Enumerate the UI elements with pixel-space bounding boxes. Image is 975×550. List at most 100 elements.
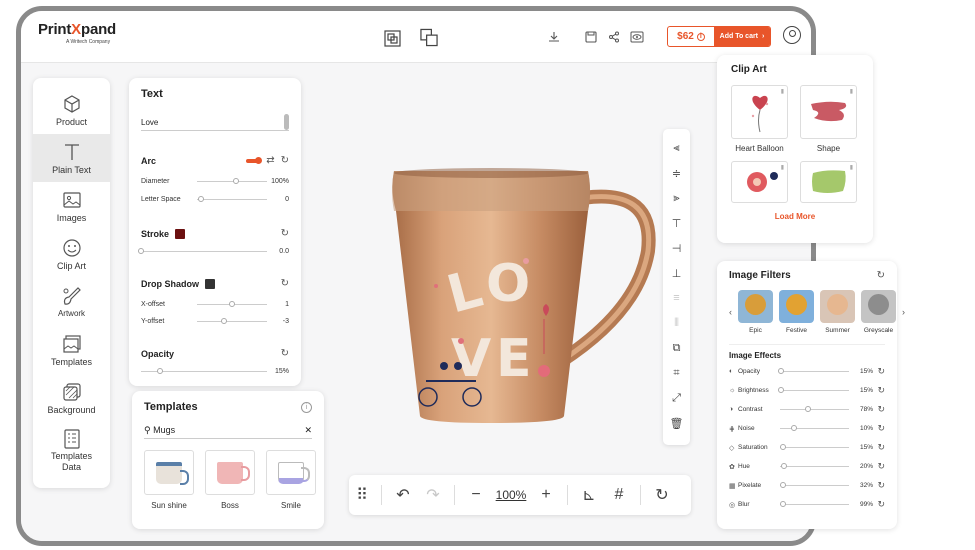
sidebar-item-images[interactable]: Images	[33, 182, 110, 230]
close-icon[interactable]: ✕	[304, 425, 312, 436]
reset-icon[interactable]: ↻	[873, 461, 885, 472]
slider-knob[interactable]	[778, 387, 785, 393]
clip-art-item[interactable]: ▮	[800, 161, 857, 208]
chevron-left-icon[interactable]: ‹	[729, 307, 732, 317]
user-avatar-icon[interactable]	[783, 26, 801, 44]
stroke-slider[interactable]	[138, 248, 267, 254]
reset-icon[interactable]: ↻	[873, 404, 885, 415]
mug-product-preview[interactable]: L O V E	[366, 161, 656, 441]
effect-slider[interactable]	[780, 501, 849, 507]
reset-icon[interactable]: ↻	[873, 385, 885, 396]
arc-toggle[interactable]	[246, 156, 263, 164]
slider-knob[interactable]	[232, 178, 239, 184]
save-icon[interactable]	[582, 28, 600, 46]
stroke-color-swatch[interactable]	[175, 228, 186, 239]
reset-icon[interactable]: ↻	[873, 423, 885, 434]
redo-icon[interactable]: ↷	[418, 485, 448, 505]
slider-knob[interactable]	[780, 444, 787, 450]
effect-slider[interactable]	[778, 387, 849, 393]
reset-icon[interactable]: ↻	[877, 270, 885, 281]
effect-slider[interactable]	[780, 425, 849, 431]
filter-greyscale[interactable]: Greyscale	[861, 290, 896, 334]
slider-knob[interactable]	[780, 501, 787, 507]
reset-icon[interactable]: ↻	[281, 278, 289, 289]
preview-eye-icon[interactable]	[628, 28, 646, 46]
pin-icon[interactable]: ▮	[850, 164, 853, 171]
sidebar-item-templates[interactable]: Templates	[33, 326, 110, 374]
sidebar-item-templates-data[interactable]: Templates Data	[33, 422, 110, 478]
effect-slider[interactable]	[780, 406, 849, 412]
info-icon[interactable]: i	[301, 401, 312, 413]
distribute-vertical-icon[interactable]: ⦀	[674, 314, 679, 332]
slider-knob[interactable]	[156, 368, 163, 374]
load-more-button[interactable]: Load More	[731, 212, 859, 221]
pin-icon[interactable]: ▮	[781, 164, 784, 171]
arc-flip-icon[interactable]: ⇄	[266, 155, 274, 166]
letter-space-slider[interactable]	[197, 196, 267, 202]
reset-icon[interactable]: ↻	[873, 366, 885, 377]
reset-icon[interactable]: ↻	[873, 442, 885, 453]
effect-slider[interactable]	[780, 482, 849, 488]
sidebar-item-background[interactable]: Background	[33, 374, 110, 422]
scroll-handle[interactable]	[284, 114, 289, 130]
text-input[interactable]: Love	[141, 114, 289, 131]
template-item[interactable]: Smile	[266, 450, 316, 510]
reset-icon[interactable]: ↻	[873, 480, 885, 491]
diameter-slider[interactable]	[197, 178, 267, 184]
reset-view-icon[interactable]: ↻	[647, 485, 677, 505]
slider-knob[interactable]	[197, 196, 204, 202]
resize-icon[interactable]: ⤢	[672, 389, 681, 407]
align-top-icon[interactable]: ⊤	[672, 214, 682, 232]
duplicate-icon[interactable]: ⧉	[673, 339, 681, 357]
align-right-icon[interactable]: ⫸	[673, 189, 679, 207]
align-middle-icon[interactable]: ⊣	[672, 239, 682, 257]
filter-festive[interactable]: Festive	[779, 290, 814, 334]
clip-art-item[interactable]: ▮ Shape	[800, 85, 857, 153]
undo-icon[interactable]: ↶	[388, 485, 418, 505]
ruler-icon[interactable]: ⊾	[574, 485, 604, 505]
info-icon[interactable]: i	[696, 32, 705, 41]
reset-icon[interactable]: ↻	[281, 155, 289, 166]
zoom-out-icon[interactable]: −	[461, 486, 491, 504]
slider-knob[interactable]	[790, 425, 797, 431]
clip-art-item[interactable]: ▮ Heart Balloon	[731, 85, 788, 153]
x-offset-slider[interactable]	[197, 301, 267, 307]
delete-icon[interactable]: 🗑	[670, 414, 684, 432]
design-text[interactable]: O	[486, 254, 530, 314]
slider-knob[interactable]	[781, 463, 788, 469]
slider-knob[interactable]	[220, 318, 227, 324]
slider-knob[interactable]	[804, 406, 811, 412]
align-center-icon[interactable]: ≑	[672, 164, 681, 182]
clip-art-item[interactable]: ▮	[731, 161, 788, 208]
effect-slider[interactable]	[780, 444, 849, 450]
design-text[interactable]: E	[496, 329, 532, 389]
slider-knob[interactable]	[229, 301, 235, 307]
zoom-in-icon[interactable]: +	[531, 486, 561, 504]
filter-summer[interactable]: Summer	[820, 290, 855, 334]
slider-knob[interactable]	[778, 368, 785, 374]
pin-icon[interactable]: ▮	[781, 88, 784, 95]
opacity-slider[interactable]	[141, 368, 267, 374]
sidebar-item-plain-text[interactable]: Plain Text	[33, 134, 110, 182]
share-icon[interactable]	[605, 28, 623, 46]
slider-knob[interactable]	[138, 248, 144, 254]
template-item[interactable]: Sun shine	[144, 450, 194, 510]
shadow-color-swatch[interactable]	[205, 278, 215, 289]
grid-icon[interactable]: #	[604, 486, 634, 504]
chevron-right-icon[interactable]: ›	[902, 307, 905, 317]
zoom-level[interactable]: 100%	[491, 488, 531, 502]
y-offset-slider[interactable]	[197, 318, 267, 324]
logo[interactable]: PrintXpand A Writech Company	[38, 21, 116, 45]
add-to-cart-button[interactable]: Add To cart ›	[714, 27, 770, 46]
pin-icon[interactable]: ▮	[850, 88, 853, 95]
sidebar-item-product[interactable]: Product	[33, 86, 110, 134]
effect-slider[interactable]	[778, 368, 849, 374]
sidebar-item-artwork[interactable]: Artwork	[33, 278, 110, 326]
sidebar-item-clip-art[interactable]: Clip Art	[33, 230, 110, 278]
drag-handle-icon[interactable]: ⠿	[349, 485, 375, 505]
align-left-icon[interactable]: ⫷	[673, 139, 679, 157]
layers-icon[interactable]	[420, 28, 438, 46]
align-bottom-icon[interactable]: ⊥	[672, 264, 682, 282]
effect-slider[interactable]	[780, 463, 849, 469]
copy-icon[interactable]	[383, 29, 401, 47]
